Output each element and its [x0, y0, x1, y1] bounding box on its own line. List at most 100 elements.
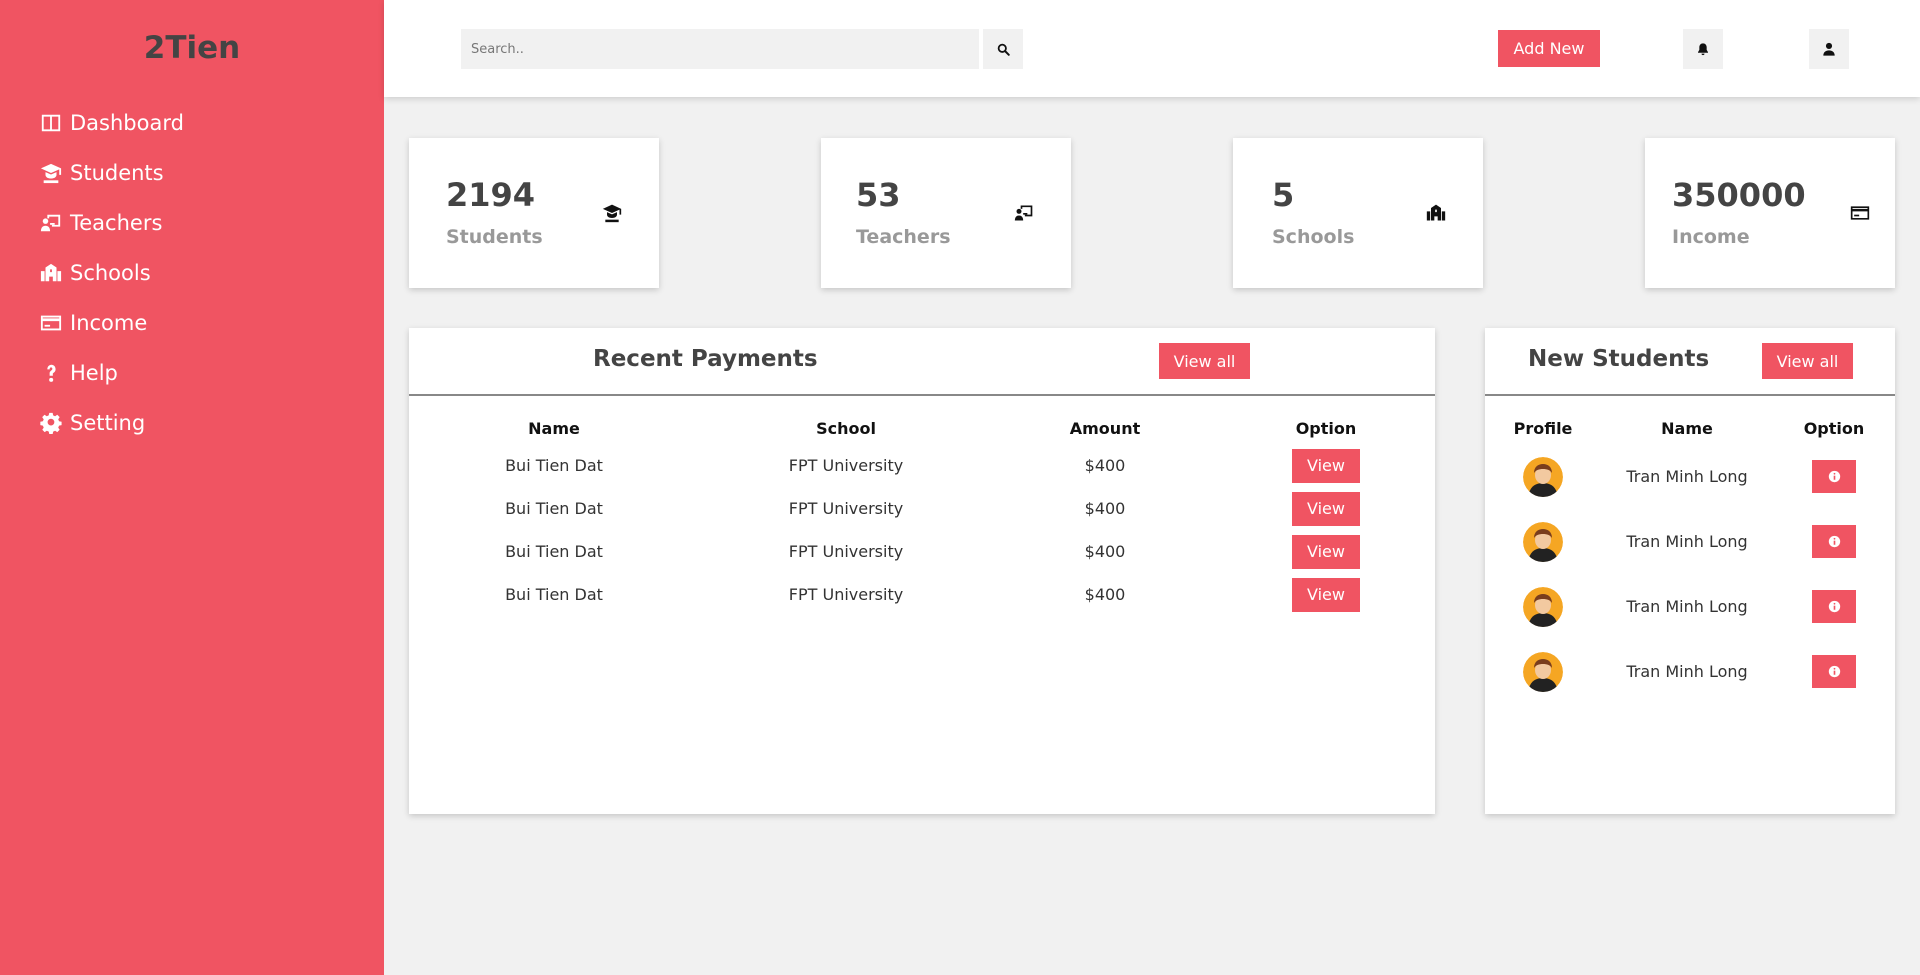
stat-card-schools: 5 Schools [1233, 138, 1483, 288]
stat-label: Schools [1272, 226, 1355, 248]
search-icon [997, 43, 1010, 56]
top-bar: Add New [384, 0, 1920, 97]
column-header-option: Option [1295, 418, 1357, 438]
stat-label: Income [1672, 226, 1750, 248]
panel-header: New Students View all [1485, 328, 1895, 396]
payment-name: Bui Tien Dat [505, 542, 603, 561]
payment-option: View [1217, 573, 1435, 616]
student-name: Tran Minh Long [1626, 467, 1748, 486]
profile-button[interactable] [1809, 29, 1849, 69]
panel-header: Recent Payments View all [409, 328, 1435, 396]
stat-label: Students [446, 226, 543, 248]
table-row: Bui Tien Dat FPT University $400 View [409, 487, 1435, 530]
user-icon [1822, 42, 1836, 56]
sidebar-item-teachers[interactable]: Teachers [39, 198, 384, 248]
student-info-button[interactable] [1812, 655, 1856, 688]
teacher-icon [39, 211, 63, 235]
payment-option: View [1217, 530, 1435, 573]
table-row: Tran Minh Long [1485, 639, 1895, 704]
search-input[interactable] [461, 29, 979, 69]
info-icon [1828, 600, 1841, 613]
view-payment-button[interactable]: View [1292, 577, 1360, 612]
sidebar-item-label: Setting [70, 411, 146, 435]
info-icon [1828, 470, 1841, 483]
payment-school: FPT University [788, 542, 904, 561]
brand-logo[interactable]: 2Tien [0, 0, 384, 98]
sidebar-item-help[interactable]: Help [39, 348, 384, 398]
table-row: Tran Minh Long [1485, 444, 1895, 509]
credit-card-icon [39, 311, 63, 335]
sidebar-item-schools[interactable]: Schools [39, 248, 384, 298]
payment-amount: $400 [1084, 456, 1126, 475]
column-header-profile: Profile [1513, 418, 1573, 438]
sidebar-item-income[interactable]: Income [39, 298, 384, 348]
sidebar-item-students[interactable]: Students [39, 148, 384, 198]
view-payment-button[interactable]: View [1292, 491, 1360, 526]
bell-icon [1696, 42, 1710, 56]
payment-amount: $400 [1084, 499, 1126, 518]
search-button[interactable] [983, 29, 1023, 69]
graduate-icon [601, 202, 623, 224]
payment-school: FPT University [788, 499, 904, 518]
avatar[interactable] [1523, 456, 1563, 497]
sidebar-item-label: Dashboard [70, 111, 184, 135]
panel-title: Recent Payments [593, 346, 818, 372]
school-icon [1425, 202, 1447, 224]
student-name: Tran Minh Long [1626, 532, 1748, 551]
student-name: Tran Minh Long [1626, 597, 1748, 616]
column-header-name: Name [1661, 418, 1713, 438]
view-payment-button[interactable]: View [1292, 534, 1360, 569]
column-header-option: Option [1803, 418, 1865, 438]
avatar[interactable] [1523, 586, 1563, 627]
avatar[interactable] [1523, 521, 1563, 562]
column-header-amount: Amount [1069, 418, 1141, 438]
table-row: Bui Tien Dat FPT University $400 View [409, 444, 1435, 487]
stat-value: 5 [1272, 176, 1295, 214]
new-students-panel: New Students View all Profile Name Optio… [1485, 328, 1895, 814]
recent-payments-panel: Recent Payments View all Name School Amo… [409, 328, 1435, 814]
info-icon [1828, 535, 1841, 548]
table-header-row: Profile Name Option [1485, 412, 1895, 444]
sidebar-nav: Dashboard Students Teachers Schools Inco… [0, 98, 384, 448]
question-icon [39, 361, 63, 385]
sidebar-item-label: Teachers [70, 211, 163, 235]
sidebar-item-label: Schools [70, 261, 151, 285]
sidebar-item-label: Help [70, 361, 118, 385]
student-info-button[interactable] [1812, 460, 1856, 493]
view-payment-button[interactable]: View [1292, 448, 1360, 483]
school-icon [39, 261, 63, 285]
payment-amount: $400 [1084, 542, 1126, 561]
payment-name: Bui Tien Dat [505, 499, 603, 518]
payment-option: View [1217, 444, 1435, 487]
column-header-name: Name [528, 418, 580, 438]
table-row: Tran Minh Long [1485, 574, 1895, 639]
teacher-icon [1013, 202, 1035, 224]
table-row: Tran Minh Long [1485, 509, 1895, 574]
avatar[interactable] [1523, 651, 1563, 692]
stat-value: 2194 [446, 176, 536, 214]
stat-card-students: 2194 Students [409, 138, 659, 288]
view-all-payments-button[interactable]: View all [1159, 343, 1250, 379]
dashboard-icon [39, 111, 63, 135]
sidebar-item-dashboard[interactable]: Dashboard [39, 98, 384, 148]
sidebar: 2Tien Dashboard Students Teachers School… [0, 0, 384, 975]
new-students-table: Profile Name Option Tran Minh Long Tran … [1485, 412, 1895, 704]
view-all-students-button[interactable]: View all [1762, 343, 1853, 379]
stat-value: 350000 [1672, 176, 1806, 214]
payment-school: FPT University [788, 585, 904, 604]
table-row: Bui Tien Dat FPT University $400 View [409, 573, 1435, 616]
info-icon [1828, 665, 1841, 678]
sidebar-item-setting[interactable]: Setting [39, 398, 384, 448]
add-new-button[interactable]: Add New [1498, 30, 1600, 67]
payment-name: Bui Tien Dat [505, 456, 603, 475]
notifications-button[interactable] [1683, 29, 1723, 69]
student-name: Tran Minh Long [1626, 662, 1748, 681]
graduate-icon [39, 161, 63, 185]
student-info-button[interactable] [1812, 590, 1856, 623]
student-info-button[interactable] [1812, 525, 1856, 558]
panel-title: New Students [1528, 346, 1710, 372]
gear-icon [39, 411, 63, 435]
stat-card-income: 350000 Income [1645, 138, 1895, 288]
sidebar-item-label: Students [70, 161, 164, 185]
payments-table: Name School Amount Option Bui Tien Dat F… [409, 412, 1435, 616]
